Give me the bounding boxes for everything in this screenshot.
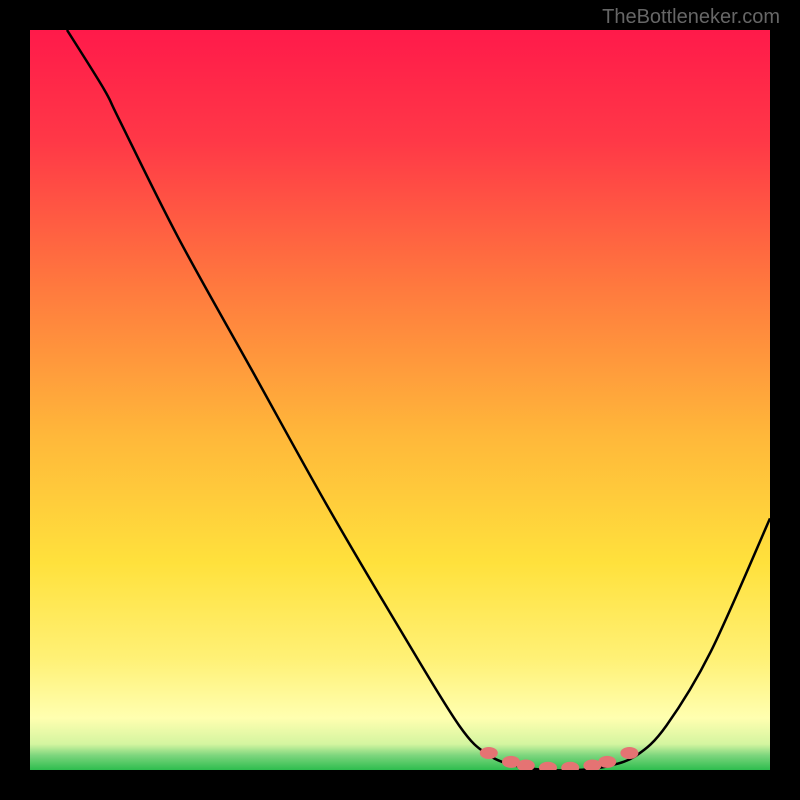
optimal-range-marker: [539, 762, 557, 770]
optimal-range-marker: [620, 747, 638, 759]
optimal-range-marker: [561, 762, 579, 770]
bottleneck-curve: [30, 30, 770, 770]
optimal-range-marker: [598, 756, 616, 768]
optimal-range-marker: [480, 747, 498, 759]
watermark-text: TheBottleneker.com: [602, 6, 780, 29]
chart-container: [30, 30, 770, 770]
